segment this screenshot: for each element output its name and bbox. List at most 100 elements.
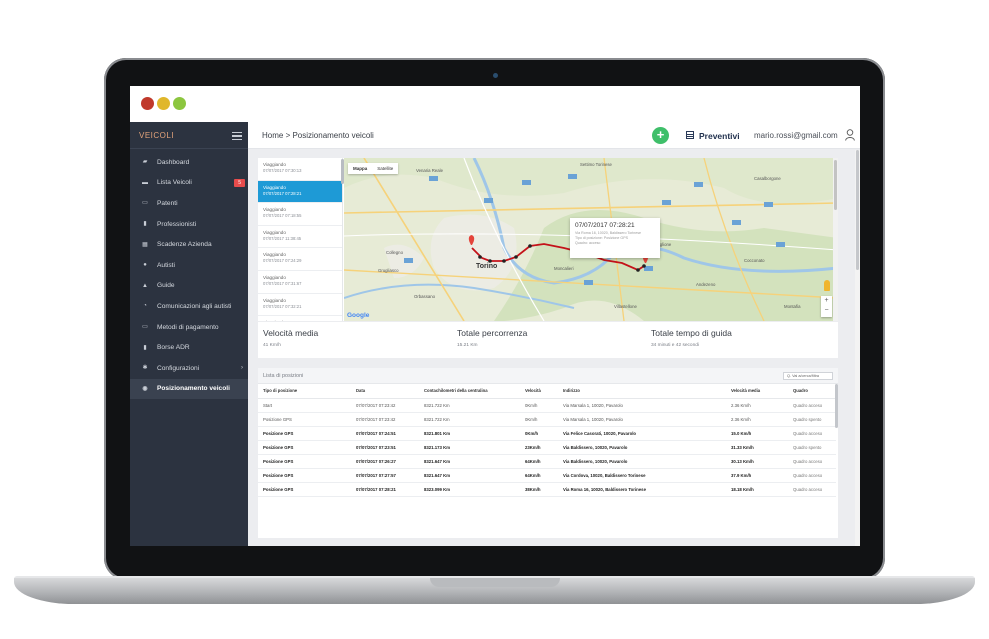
position-date: 07/07/2017 07:24:29 xyxy=(263,258,302,264)
zoom-out-button[interactable]: − xyxy=(821,306,832,316)
map-city-label: Torino xyxy=(476,263,497,270)
main-content: Home > Posizionamento veicoli + Preventi… xyxy=(248,122,860,546)
table-cell: 37.9 Km/h xyxy=(726,468,788,483)
table-row[interactable]: Start 07/07/2017 07:23:42 8321.722 Km 0Km/h… xyxy=(258,398,836,413)
calculator-icon[interactable] xyxy=(686,131,694,139)
column-header[interactable]: Contachilometri della centralina xyxy=(419,384,520,399)
sidebar-item-configurazioni[interactable]: ✱ Configurazioni › xyxy=(130,358,248,379)
column-header[interactable]: Velocità media xyxy=(726,384,788,399)
table-cell: 2.36 Km/h xyxy=(726,412,788,427)
svg-text:Casalborgone: Casalborgone xyxy=(754,176,781,181)
add-button[interactable]: + xyxy=(652,127,669,144)
popup-dashboard-state: Quadro: acceso xyxy=(575,241,601,245)
table-search-input[interactable]: Q. Vai a/cerca/filtra xyxy=(783,372,833,380)
table-cell: Via Felice Casorati, 10020, Pavarolo xyxy=(558,426,726,441)
car-icon: ▬ xyxy=(142,179,148,186)
position-list-item[interactable]: Viaggiando 07/07/2017 07:32:21 xyxy=(258,294,342,317)
page-scrollbar[interactable] xyxy=(855,150,860,546)
dashboard-icon: ▰ xyxy=(142,159,148,166)
maximize-window-button[interactable] xyxy=(173,97,186,110)
user-email[interactable]: mario.rossi@gmail.com xyxy=(754,131,838,140)
sidebar-item-label: Borse ADR xyxy=(157,344,190,352)
sidebar-item-guide[interactable]: ▲ Guide xyxy=(130,276,248,297)
sidebar-item-label: Autisti xyxy=(157,261,175,269)
svg-text:Montafia: Montafia xyxy=(784,304,801,309)
table-scrollbar[interactable] xyxy=(835,384,838,428)
sidebar-item-borse-adr[interactable]: ▮ Borse ADR xyxy=(130,337,248,358)
hamburger-menu-icon[interactable] xyxy=(232,132,242,142)
table-cell: 64Km/h xyxy=(520,468,558,483)
table-cell: 0Km/h xyxy=(520,398,558,413)
position-list-item[interactable]: Viaggiando xyxy=(258,316,342,321)
stat-total-driving-time: Totale tempo di guida 34 minuti e 42 sec… xyxy=(651,328,732,348)
stat-value: 15.21 Km xyxy=(457,343,478,348)
sidebar-item-label: Metodi di pagamento xyxy=(157,323,219,331)
position-list-item[interactable]: Viaggiando 07/07/2017 07:24:29 xyxy=(258,248,342,271)
tab-map[interactable]: Mappa xyxy=(348,163,372,174)
position-list-item[interactable]: Viaggiando 07/07/2017 07:18:55 xyxy=(258,203,342,226)
table-cell: 07/07/2017 07:28:21 xyxy=(351,482,419,497)
tab-satellite[interactable]: Satellite xyxy=(372,163,398,174)
map-scrollbar[interactable] xyxy=(833,158,838,321)
sidebar-item-autisti[interactable]: ● Autisti xyxy=(130,255,248,276)
laptop-notch xyxy=(430,578,560,587)
table-cell: Quadro acceso xyxy=(788,468,836,483)
table-row[interactable]: Posizione GPS 07/07/2017 07:26:27 8321.647… xyxy=(258,454,836,469)
svg-text:Moncalieri: Moncalieri xyxy=(554,266,574,271)
table-cell: 07/07/2017 07:24:51 xyxy=(351,426,419,441)
route-map[interactable]: Settimo Torinese Venaria Reale Collegno Gr… xyxy=(344,158,838,321)
table-cell: Via Marsala 1, 10020, Pavarolo xyxy=(558,412,726,427)
laptop-mockup: VEICOLI ▰ Dashboard ▬ Lista Veicoli 5 ▭ Patent… xyxy=(0,0,989,639)
table-row[interactable]: Posizione GPS 07/07/2017 07:23:42 8321.722… xyxy=(258,412,836,427)
sidebar-item-metodi-di-pagamento[interactable]: ▭ Metodi di pagamento xyxy=(130,317,248,338)
table-cell: Via Marsala 1, 10020, Pavarolo xyxy=(558,398,726,413)
column-header[interactable]: Tipo di posizione xyxy=(258,384,351,399)
positions-table-panel: Lista di posizioni Q. Vai a/cerca/filtra… xyxy=(258,368,838,538)
window-chrome xyxy=(130,86,860,122)
sidebar-item-posizionamento-veicoli[interactable]: ◉ Posizionamento veicoli xyxy=(130,378,248,400)
sidebar-item-comunicazioni-agli-autisti[interactable]: ◔ Comunicazioni agli autisti xyxy=(130,296,248,317)
column-header[interactable]: Quadro xyxy=(788,384,836,399)
sidebar-item-label: Scadenze Azienda xyxy=(157,241,212,249)
table-cell: Posizione GPS xyxy=(258,482,351,497)
svg-text:Villastellone: Villastellone xyxy=(614,304,637,309)
position-list-item[interactable]: Viaggiando 07/07/2017 07:30:13 xyxy=(258,158,342,181)
sidebar-item-professionisti[interactable]: ▮ Professionisti xyxy=(130,214,248,235)
table-row[interactable]: Posizione GPS 07/07/2017 07:24:51 8321.801… xyxy=(258,426,836,441)
table-cell: Quadro acceso xyxy=(788,398,836,413)
column-header[interactable]: Velocità xyxy=(520,384,558,399)
zoom-in-button[interactable]: + xyxy=(821,296,832,306)
minimize-window-button[interactable] xyxy=(157,97,170,110)
sidebar-item-scadenze-azienda[interactable]: ▦ Scadenze Azienda xyxy=(130,234,248,255)
sidebar-item-patenti[interactable]: ▭ Patenti xyxy=(130,193,248,214)
breadcrumb: Home > Posizionamento veicoli xyxy=(262,131,374,140)
sidebar-item-dashboard[interactable]: ▰ Dashboard xyxy=(130,152,248,173)
table-cell: 18.18 Km/h xyxy=(726,482,788,497)
user-icon[interactable] xyxy=(845,129,855,141)
sidebar-item-label: Posizionamento veicoli xyxy=(157,385,230,393)
column-header[interactable]: Indirizzo xyxy=(558,384,726,399)
table-row[interactable]: Posizione GPS 07/07/2017 07:28:21 8323.099… xyxy=(258,482,836,497)
position-date: 07/07/2017 07:18:55 xyxy=(263,213,302,219)
table-cell: 8321.647 Km xyxy=(419,468,520,483)
user-icon: ● xyxy=(143,262,147,269)
svg-text:Orbassano: Orbassano xyxy=(414,294,436,299)
count-badge: 5 xyxy=(234,178,245,187)
table-cell: 0Km/h xyxy=(520,426,558,441)
sidebar-item-lista-veicoli[interactable]: ▬ Lista Veicoli 5 xyxy=(130,173,248,194)
table-row[interactable]: Posizione GPS 07/07/2017 07:27:57 8321.647… xyxy=(258,468,836,483)
gears-icon: ✱ xyxy=(142,365,148,372)
position-list-item[interactable]: Viaggiando 07/07/2017 07:31:67 xyxy=(258,271,342,294)
position-list-item[interactable]: Viaggiando 07/07/2017 07:28:21 xyxy=(258,180,342,204)
table-cell: Quadro acceso xyxy=(788,426,836,441)
column-header[interactable]: Data xyxy=(351,384,419,399)
preventivi-link[interactable]: Preventivi xyxy=(699,131,740,141)
zoom-control: + − xyxy=(821,296,832,317)
table-row[interactable]: Posizione GPS 07/07/2017 07:23:51 8321.173… xyxy=(258,440,836,455)
trip-stats: Velocità media 41 Km/h Totale percorrenz… xyxy=(258,322,838,358)
position-list-item[interactable]: Viaggiando 07/07/2017 11:38:45 xyxy=(258,226,342,249)
close-window-button[interactable] xyxy=(141,97,154,110)
street-view-pegman-icon[interactable] xyxy=(824,280,830,291)
stat-label: Totale tempo di guida xyxy=(651,328,732,338)
svg-text:Venaria Reale: Venaria Reale xyxy=(416,168,444,173)
